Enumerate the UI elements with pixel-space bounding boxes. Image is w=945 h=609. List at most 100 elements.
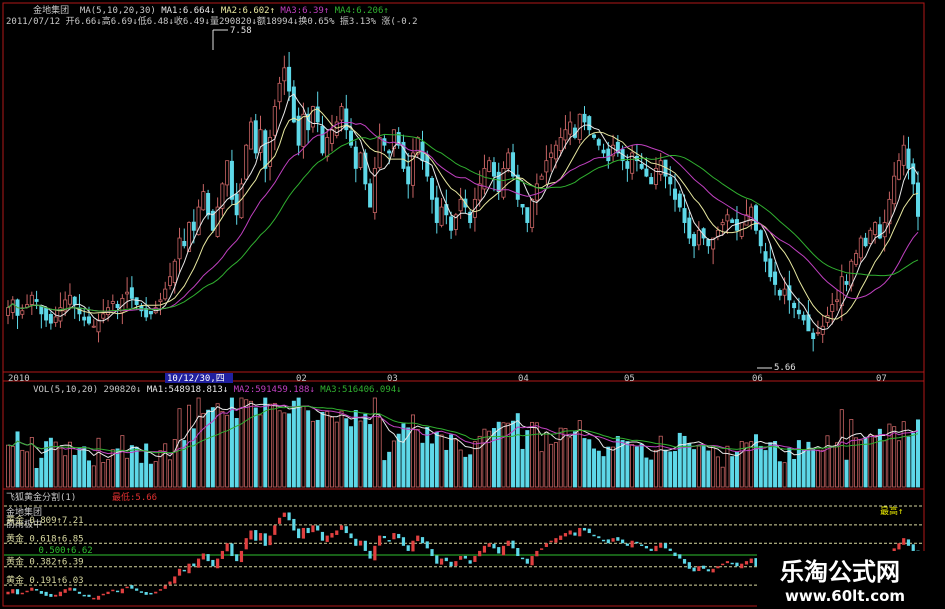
volume-bar bbox=[720, 466, 725, 488]
volume-bars bbox=[6, 397, 921, 488]
candle-body bbox=[506, 152, 511, 170]
volume-bar bbox=[458, 449, 463, 488]
gold-level-label: 黄金 0.809↑7.21 bbox=[6, 514, 84, 526]
volume-bar bbox=[167, 459, 172, 488]
volume-bar bbox=[139, 462, 144, 488]
volume-bar bbox=[663, 449, 668, 488]
volume-bar bbox=[106, 459, 111, 488]
gold-candle bbox=[263, 533, 267, 546]
gold-candle bbox=[15, 589, 20, 595]
volume-bar bbox=[639, 443, 644, 488]
gold-candle bbox=[11, 589, 15, 594]
gold-candle bbox=[444, 557, 448, 562]
gold-candle bbox=[606, 539, 610, 544]
volume-bar bbox=[120, 435, 125, 488]
volume-bar bbox=[815, 449, 820, 488]
ma30-line bbox=[7, 133, 919, 312]
gold-candle bbox=[616, 537, 620, 541]
candle-body bbox=[67, 294, 72, 305]
candle-body bbox=[134, 297, 139, 305]
gold-candle bbox=[635, 541, 639, 544]
gold-candle bbox=[173, 576, 177, 584]
candle-body bbox=[725, 214, 730, 222]
volume-bar bbox=[625, 441, 630, 488]
candle-body bbox=[477, 183, 482, 201]
volume-bar bbox=[430, 443, 435, 488]
gold-candle bbox=[673, 552, 677, 557]
gold-candle bbox=[158, 589, 163, 591]
candle-body bbox=[901, 144, 906, 166]
gold-candle bbox=[497, 547, 501, 554]
gold-candle bbox=[82, 594, 86, 597]
gold-candle bbox=[649, 548, 653, 551]
volume-bar bbox=[396, 433, 401, 488]
gold-candle bbox=[430, 549, 434, 557]
candle-body bbox=[758, 230, 763, 247]
candle-body bbox=[277, 82, 282, 103]
volume-bar bbox=[677, 432, 682, 488]
volume-bar bbox=[553, 442, 558, 488]
gold-candle bbox=[349, 533, 353, 539]
stock-chart: 金地集团 MA(5,10,20,30) MA1:6.664↓ MA2:6.602… bbox=[2, 2, 945, 609]
candle-body bbox=[534, 183, 539, 201]
candle-body bbox=[530, 198, 535, 228]
gold-candle bbox=[230, 543, 234, 557]
volume-bar bbox=[410, 414, 415, 488]
candle-body bbox=[801, 314, 806, 321]
gold-candle bbox=[911, 544, 915, 551]
candle-body bbox=[368, 183, 373, 208]
gold-candle bbox=[520, 557, 525, 560]
gold-candle bbox=[130, 585, 134, 589]
volume-bar bbox=[825, 435, 830, 488]
gold-candle bbox=[49, 593, 53, 597]
volume-bar bbox=[906, 436, 911, 488]
candle-body bbox=[439, 206, 444, 226]
volume-bar bbox=[453, 439, 458, 488]
gold-candle bbox=[682, 559, 687, 564]
volume-bar bbox=[287, 413, 292, 488]
volume-bar bbox=[229, 397, 234, 488]
candle-body bbox=[596, 139, 601, 146]
gold-high-tag: 最高↑ bbox=[880, 505, 903, 517]
price-panel-frame bbox=[2, 2, 925, 382]
candle-body bbox=[6, 307, 11, 316]
x-axis: 2010 10/12/30,四 02 03 04 05 06 07 bbox=[8, 373, 887, 384]
volume-bar bbox=[696, 445, 701, 488]
candle-body bbox=[282, 67, 287, 82]
candle-body bbox=[291, 86, 296, 123]
gold-candle bbox=[73, 588, 77, 591]
volume-bar bbox=[611, 446, 616, 488]
candle-body bbox=[325, 137, 330, 158]
gold-candle bbox=[196, 558, 201, 568]
candle-body bbox=[110, 301, 115, 304]
volume-bar bbox=[811, 448, 816, 488]
volume-bar bbox=[320, 412, 325, 488]
gold-candle bbox=[92, 597, 96, 600]
gold-candle bbox=[216, 558, 220, 569]
high-marker: 7.58 bbox=[212, 26, 252, 50]
gold-candle bbox=[325, 535, 329, 542]
gold-candle bbox=[582, 527, 587, 531]
volume-bar bbox=[706, 450, 711, 488]
gold-candle bbox=[740, 563, 744, 569]
volume-bar bbox=[191, 428, 196, 488]
candle-body bbox=[525, 207, 530, 223]
gold-candle bbox=[115, 590, 120, 593]
candle-body bbox=[263, 130, 268, 169]
gold-candle bbox=[6, 591, 10, 595]
gold-candle bbox=[487, 543, 491, 547]
gold-panel-low: 最低:5.66 bbox=[112, 491, 157, 503]
candle-body bbox=[587, 116, 592, 131]
gold-candle bbox=[154, 591, 158, 594]
candle-body bbox=[720, 222, 725, 226]
gold-candle bbox=[544, 543, 548, 547]
gold-candle bbox=[692, 567, 696, 572]
volume-bar bbox=[844, 459, 849, 488]
gold-candle bbox=[301, 527, 305, 539]
volume-bar bbox=[391, 440, 396, 488]
volume-bar bbox=[725, 445, 730, 488]
candle-body bbox=[182, 240, 187, 247]
candle-body bbox=[768, 258, 773, 278]
volume-bar bbox=[539, 451, 544, 488]
volume-bar bbox=[787, 447, 792, 488]
